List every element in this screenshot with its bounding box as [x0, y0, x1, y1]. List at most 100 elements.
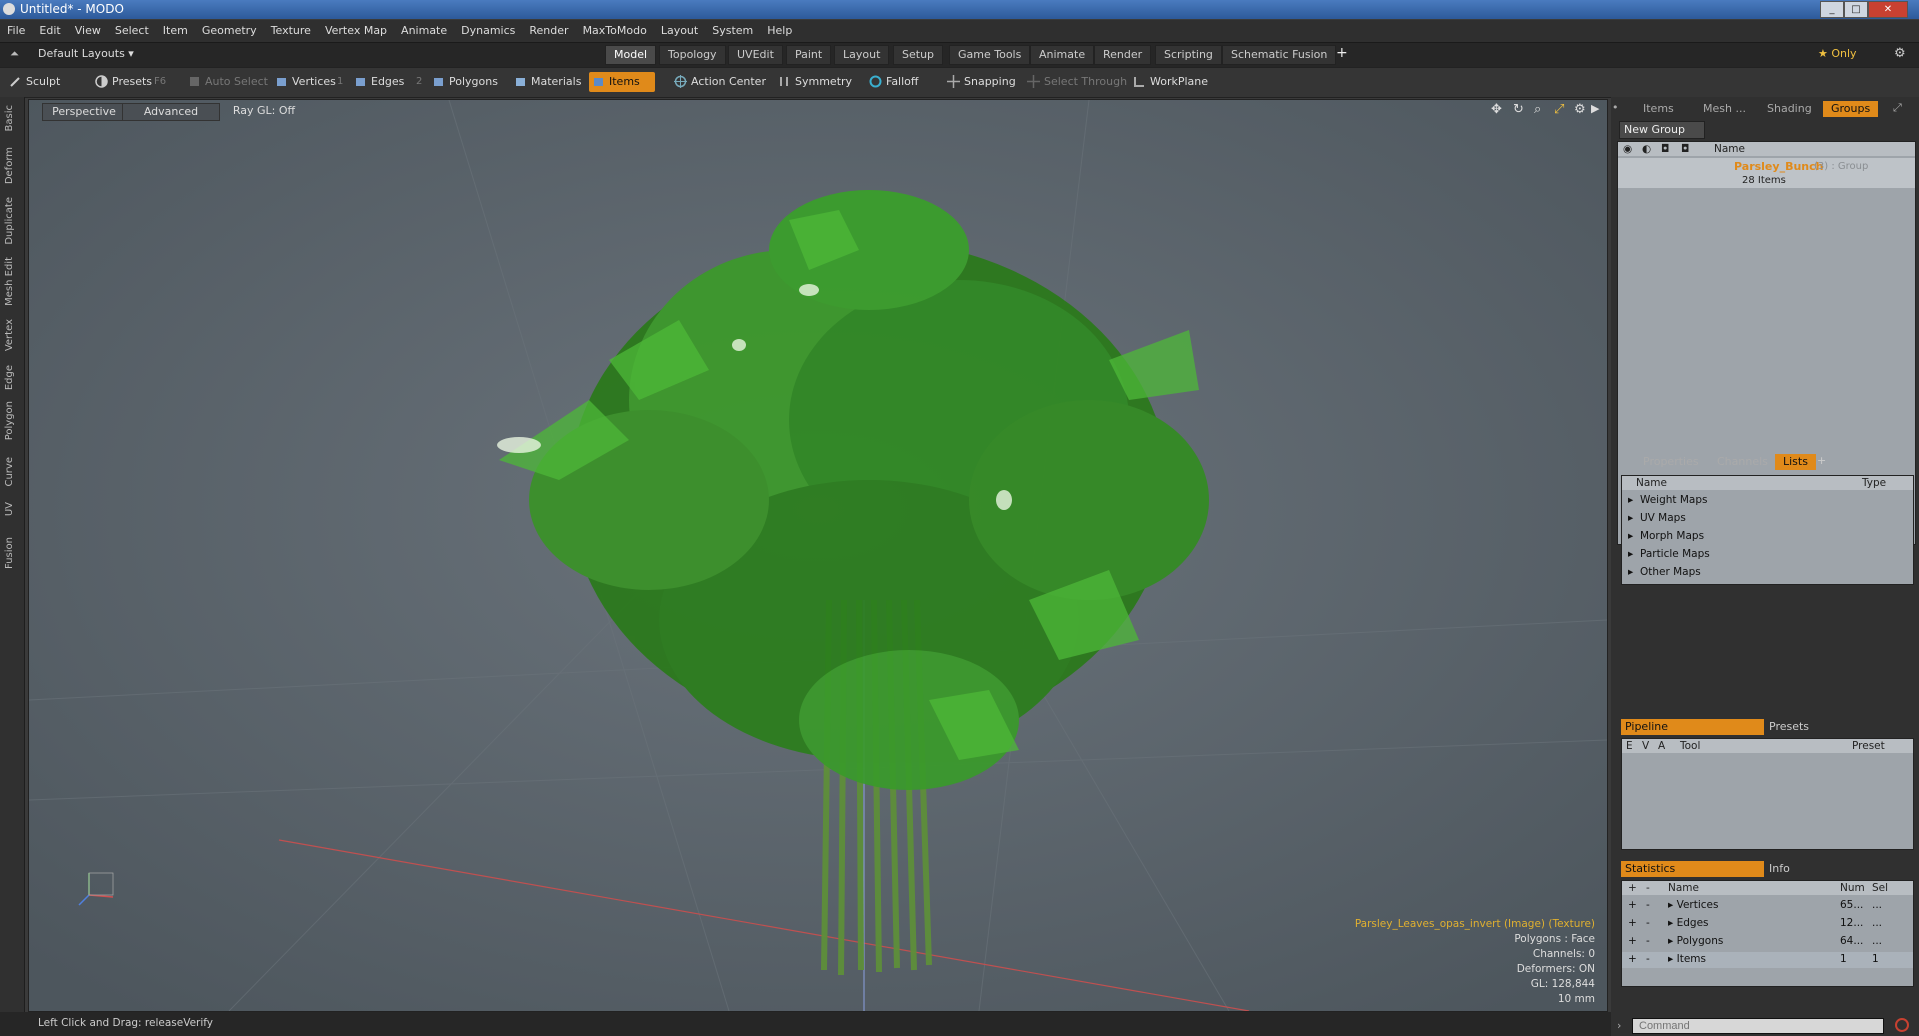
- tab-topology[interactable]: Topology: [659, 45, 726, 65]
- gear-icon[interactable]: ⚙: [1894, 46, 1906, 61]
- falloff-button[interactable]: Falloff: [866, 72, 924, 92]
- tab-model[interactable]: Model: [605, 45, 657, 65]
- list-item[interactable]: ▸ Weight Maps: [1628, 494, 1708, 506]
- tab-mesh[interactable]: Mesh ...: [1695, 101, 1754, 117]
- panel-expand-icon[interactable]: ⤢: [1893, 101, 1902, 115]
- tab-animate[interactable]: Animate: [1030, 45, 1095, 65]
- stats-add-icon[interactable]: +: [1628, 882, 1637, 894]
- list-item[interactable]: ▸ Other Maps: [1628, 566, 1701, 578]
- tab-uv[interactable]: UV: [4, 502, 15, 516]
- menu-view[interactable]: View: [68, 20, 108, 42]
- tab-items[interactable]: Items: [1635, 101, 1682, 117]
- record-icon[interactable]: [1895, 1018, 1909, 1032]
- tab-scripting[interactable]: Scripting: [1155, 45, 1222, 65]
- tab-channels[interactable]: Channels: [1709, 454, 1776, 470]
- vertices-button[interactable]: Vertices: [272, 72, 342, 92]
- edges-button[interactable]: Edges: [351, 72, 410, 92]
- sculpt-button[interactable]: Sculpt: [6, 72, 66, 92]
- action-center-button[interactable]: Action Center: [671, 72, 772, 92]
- group-row[interactable]: Parsley_Bunch (3) : Group 28 Items: [1618, 158, 1915, 188]
- 3d-viewport[interactable]: Perspective Advanced Ray GL: Off ✥ ↻ ⌕ ⤢…: [28, 99, 1608, 1012]
- symmetry-button[interactable]: Symmetry: [775, 72, 858, 92]
- rotate-icon[interactable]: ↻: [1513, 102, 1524, 117]
- menu-file[interactable]: File: [0, 20, 32, 42]
- tab-render[interactable]: Render: [1094, 45, 1152, 65]
- add-tab-button[interactable]: +: [1336, 45, 1348, 61]
- tab-groups[interactable]: Groups: [1823, 101, 1879, 117]
- only-toggle[interactable]: ★ Only: [1818, 47, 1857, 60]
- menu-render[interactable]: Render: [522, 20, 575, 42]
- stats-remove-icon[interactable]: -: [1646, 882, 1650, 894]
- tab-mesh-edit[interactable]: Mesh Edit: [4, 257, 15, 306]
- tab-polygon[interactable]: Polygon: [4, 401, 15, 440]
- menu-texture[interactable]: Texture: [264, 20, 318, 42]
- close-button[interactable]: ✕: [1868, 1, 1908, 18]
- tab-vertex[interactable]: Vertex: [4, 319, 15, 351]
- menu-help[interactable]: Help: [760, 20, 799, 42]
- perspective-dropdown[interactable]: Perspective: [42, 103, 126, 121]
- presets-button[interactable]: Presets: [92, 72, 158, 92]
- lock-icon[interactable]: ◘: [1661, 143, 1669, 155]
- menu-animate[interactable]: Animate: [394, 20, 454, 42]
- tab-presets[interactable]: Presets: [1769, 720, 1809, 733]
- tab-pipeline[interactable]: Pipeline: [1621, 719, 1764, 735]
- tab-game-tools[interactable]: Game Tools: [949, 45, 1031, 65]
- menu-layout[interactable]: Layout: [654, 20, 705, 42]
- command-input[interactable]: [1632, 1018, 1884, 1034]
- tab-duplicate[interactable]: Duplicate: [4, 197, 15, 245]
- list-item[interactable]: ▸ Particle Maps: [1628, 548, 1710, 560]
- materials-button[interactable]: Materials: [511, 72, 587, 92]
- workplane-button[interactable]: WorkPlane: [1130, 72, 1214, 92]
- fit-icon[interactable]: ⤢: [1554, 102, 1564, 117]
- items-button[interactable]: Items: [589, 72, 655, 92]
- command-expand-icon[interactable]: ›: [1617, 1019, 1621, 1032]
- add-panel-tab-button[interactable]: +: [1817, 454, 1826, 467]
- table-row[interactable]: + - ▸ Vertices 65... ...: [1622, 898, 1913, 914]
- tab-layout[interactable]: Layout: [834, 45, 890, 65]
- menu-select[interactable]: Select: [108, 20, 156, 42]
- eye-icon[interactable]: ◉: [1623, 143, 1632, 155]
- tab-properties[interactable]: Properties: [1635, 454, 1707, 470]
- tab-shading[interactable]: Shading: [1759, 101, 1820, 117]
- tab-info[interactable]: Info: [1769, 862, 1790, 875]
- tab-basic[interactable]: Basic: [4, 105, 15, 131]
- panel-menu-icon[interactable]: •: [1612, 101, 1619, 114]
- table-row[interactable]: + - ▸ Items 1 1: [1622, 952, 1913, 968]
- advanced-dropdown[interactable]: Advanced: [122, 103, 220, 121]
- render-icon[interactable]: ◐: [1642, 143, 1651, 155]
- new-group-button[interactable]: New Group: [1619, 121, 1705, 139]
- tab-statistics[interactable]: Statistics: [1621, 861, 1764, 877]
- select-through-button[interactable]: Select Through: [1024, 72, 1133, 92]
- menu-item[interactable]: Item: [156, 20, 195, 42]
- list-item[interactable]: ▸ Morph Maps: [1628, 530, 1704, 542]
- viewport-expand-icon[interactable]: ▶: [1591, 102, 1599, 115]
- tab-edge[interactable]: Edge: [4, 365, 15, 390]
- tab-schematic-fusion[interactable]: Schematic Fusion: [1222, 45, 1337, 65]
- table-row[interactable]: + - ▸ Polygons 64... ...: [1622, 934, 1913, 950]
- menu-vertex-map[interactable]: Vertex Map: [318, 20, 394, 42]
- zoom-icon[interactable]: ⌕: [1534, 102, 1541, 117]
- default-layouts-dropdown[interactable]: Default Layouts ▾: [38, 47, 134, 60]
- tab-lists[interactable]: Lists: [1775, 454, 1816, 470]
- table-row[interactable]: + - ▸ Edges 12... ...: [1622, 916, 1913, 932]
- tab-deform[interactable]: Deform: [4, 147, 15, 184]
- maximize-button[interactable]: □: [1844, 1, 1868, 18]
- tab-curve[interactable]: Curve: [4, 457, 15, 487]
- select-icon[interactable]: ◘: [1681, 143, 1689, 155]
- auto-select-button[interactable]: Auto Select: [185, 72, 274, 92]
- tab-paint[interactable]: Paint: [786, 45, 832, 65]
- snapping-button[interactable]: Snapping: [944, 72, 1022, 92]
- tab-uvedit[interactable]: UVEdit: [728, 45, 783, 65]
- list-item[interactable]: ▸ UV Maps: [1628, 512, 1686, 524]
- tab-setup[interactable]: Setup: [893, 45, 944, 65]
- polygons-button[interactable]: Polygons: [429, 72, 504, 92]
- menu-system[interactable]: System: [705, 20, 760, 42]
- viewport-settings-icon[interactable]: ⚙: [1574, 102, 1586, 117]
- menu-maxtomodo[interactable]: MaxToModo: [576, 20, 654, 42]
- menu-dynamics[interactable]: Dynamics: [454, 20, 522, 42]
- raygl-toggle[interactable]: Ray GL: Off: [216, 103, 312, 119]
- tab-fusion[interactable]: Fusion: [4, 537, 15, 569]
- menu-geometry[interactable]: Geometry: [195, 20, 264, 42]
- minimize-button[interactable]: _: [1820, 1, 1844, 18]
- menu-edit[interactable]: Edit: [32, 20, 67, 42]
